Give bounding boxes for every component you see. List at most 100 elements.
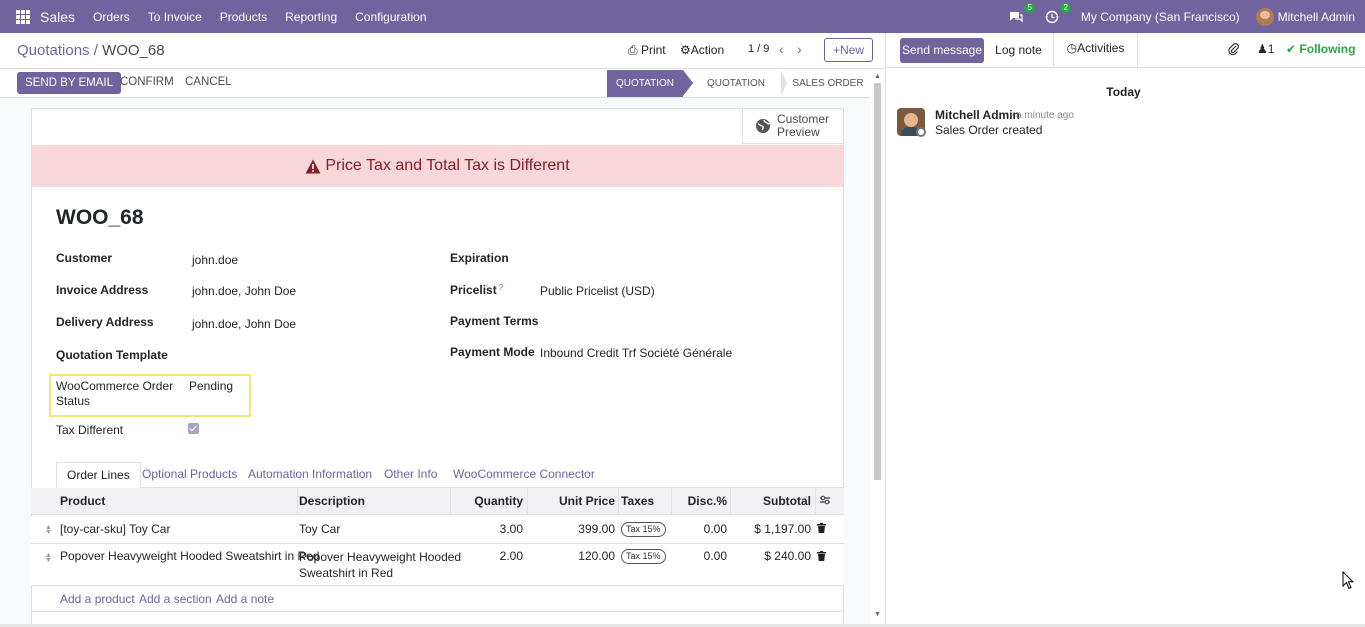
check-icon: ✔	[1286, 42, 1297, 56]
menu-orders[interactable]: Orders	[93, 10, 130, 24]
chatter-topbar: Send message Log note ◷Activities ♟1 ✔ F…	[886, 33, 1365, 68]
log-note-button[interactable]: Log note	[984, 33, 1054, 68]
user-icon: ♟	[1257, 42, 1268, 56]
delivery-address-field[interactable]: john.doe, John Doe	[192, 317, 296, 331]
col-taxes[interactable]: Taxes	[621, 488, 654, 515]
payment-mode-field[interactable]: Inbound Credit Trf Société Générale	[540, 346, 732, 360]
tab-woocommerce-connector[interactable]: WooCommerce Connector	[443, 462, 605, 488]
row-product[interactable]: Popover Heavyweight Hooded Sweatshirt in…	[60, 549, 319, 563]
woo-status-field[interactable]: Pending	[189, 379, 233, 393]
row-unit-price[interactable]: 120.00	[541, 549, 615, 563]
add-product-link[interactable]: Add a product	[60, 592, 135, 606]
apps-grid-icon[interactable]	[16, 9, 30, 24]
row-discount[interactable]: 0.00	[676, 522, 727, 536]
payment-terms-field[interactable]	[540, 314, 740, 328]
col-description[interactable]: Description	[299, 488, 365, 515]
tab-automation-information[interactable]: Automation Information	[238, 462, 382, 488]
followers-count: 1	[1267, 42, 1275, 56]
user-menu[interactable]: Mitchell Admin	[1278, 10, 1355, 24]
scroll-down-icon[interactable]: ▼	[874, 611, 881, 618]
messaging-icon[interactable]: 5	[1009, 2, 1035, 24]
tab-other-info[interactable]: Other Info	[374, 462, 447, 488]
confirm-button[interactable]: CONFIRM	[120, 76, 174, 88]
add-section-link[interactable]: Add a section	[139, 592, 212, 606]
form-scrollbar[interactable]: ▲ ▼	[873, 73, 882, 621]
send-by-email-button[interactable]: SEND BY EMAIL	[17, 72, 121, 94]
col-discount[interactable]: Disc.%	[676, 488, 727, 515]
row-description[interactable]: Popover Heavyweight Hooded Sweatshirt in…	[299, 549, 461, 581]
menu-products[interactable]: Products	[220, 10, 267, 24]
activities-button[interactable]: ◷Activities	[1054, 33, 1138, 68]
message-body: Sales Order created	[935, 123, 1043, 137]
expiration-field[interactable]	[540, 251, 740, 265]
row-discount[interactable]: 0.00	[676, 549, 727, 563]
breadcrumb-quotations[interactable]: Quotations	[17, 42, 90, 59]
print-button[interactable]: ⎙ Print	[628, 43, 666, 58]
trash-icon[interactable]	[817, 523, 826, 533]
pricelist-help-icon[interactable]: ?	[499, 283, 503, 292]
row-quantity[interactable]: 3.00	[451, 522, 523, 536]
tax-badge[interactable]: Tax 15%	[621, 522, 666, 537]
menu-to-invoice[interactable]: To Invoice	[148, 10, 202, 24]
company-switcher[interactable]: My Company (San Francisco)	[1081, 10, 1240, 24]
row-quantity[interactable]: 2.00	[451, 549, 523, 563]
quotation-template-label: Quotation Template	[56, 348, 168, 362]
customer-preview-button[interactable]: Customer Preview	[742, 109, 844, 144]
message-author[interactable]: Mitchell Admin	[935, 108, 1020, 122]
pricelist-field[interactable]: Public Pricelist (USD)	[540, 284, 655, 298]
table-row[interactable]: ▲ ▼ Popover Heavyweight Hooded Sweatshirt…	[31, 544, 844, 586]
drag-handle-icon[interactable]: ▲ ▼	[45, 552, 52, 564]
new-button[interactable]: +New	[824, 38, 873, 62]
user-avatar[interactable]	[1255, 7, 1274, 26]
tax-badge[interactable]: Tax 15%	[621, 549, 666, 564]
customer-field[interactable]: john.doe	[192, 253, 238, 267]
stage-sales-order[interactable]: SALES ORDER	[792, 70, 864, 97]
action-button[interactable]: ⚙Action	[680, 43, 724, 57]
col-quantity[interactable]: Quantity	[451, 488, 523, 515]
stage-quotation[interactable]: QUOTATION	[607, 70, 683, 97]
print-label: Print	[640, 43, 666, 57]
paperclip-icon[interactable]	[1227, 42, 1239, 56]
breadcrumb-current: WOO_68	[102, 42, 165, 59]
scroll-thumb[interactable]	[874, 83, 881, 480]
column-separator	[297, 488, 298, 515]
pager-next-icon[interactable]: ›	[797, 41, 802, 57]
row-unit-price[interactable]: 399.00	[541, 522, 615, 536]
stage-arrow	[683, 70, 693, 96]
top-navbar: Sales Orders To Invoice Products Reporti…	[0, 0, 1365, 33]
menu-reporting[interactable]: Reporting	[285, 10, 337, 24]
optional-columns-icon[interactable]	[819, 494, 831, 506]
control-panel: Quotations / WOO_68 ⎙ Print ⚙Action 1 / …	[0, 33, 885, 69]
followers-button[interactable]: ♟1	[1257, 42, 1274, 56]
pager-value[interactable]: 1 / 9	[748, 43, 769, 55]
quotation-template-field[interactable]	[192, 348, 392, 362]
trash-icon[interactable]	[817, 551, 826, 561]
add-note-link[interactable]: Add a note	[216, 592, 274, 606]
globe-icon	[756, 119, 771, 133]
row-description[interactable]: Toy Car	[299, 522, 340, 536]
column-separator	[671, 488, 672, 515]
send-message-button[interactable]: Send message	[900, 38, 984, 63]
invoice-address-field[interactable]: john.doe, John Doe	[192, 284, 296, 298]
messages-badge: 5	[1024, 2, 1035, 13]
pager-previous-icon[interactable]: ‹	[779, 41, 784, 57]
tab-optional-products[interactable]: Optional Products	[132, 462, 247, 488]
following-button[interactable]: ✔ Following	[1286, 42, 1355, 56]
scroll-up-icon[interactable]: ▲	[874, 73, 881, 80]
drag-handle-icon[interactable]: ▲ ▼	[45, 524, 52, 536]
col-subtotal[interactable]: Subtotal	[731, 488, 811, 515]
menu-configuration[interactable]: Configuration	[355, 10, 426, 24]
col-product[interactable]: Product	[60, 488, 105, 515]
col-unit-price[interactable]: Unit Price	[541, 488, 615, 515]
row-subtotal: $ 1,197.00	[754, 522, 811, 536]
app-name[interactable]: Sales	[40, 9, 75, 25]
stage-quotation-sent[interactable]: QUOTATION SENT	[693, 70, 779, 116]
tab-order-lines[interactable]: Order Lines	[56, 462, 141, 488]
tax-different-checkbox[interactable]	[188, 423, 199, 434]
cancel-button[interactable]: CANCEL	[185, 76, 232, 88]
table-row[interactable]: ▲ ▼ [toy-car-sku] Toy Car Toy Car 3.00 39…	[31, 516, 844, 544]
activity-clock-icon[interactable]: 2	[1045, 2, 1071, 24]
table-bottom-border	[31, 611, 844, 612]
row-product[interactable]: [toy-car-sku] Toy Car	[60, 522, 170, 536]
message-time: - a minute ago	[1010, 110, 1074, 121]
